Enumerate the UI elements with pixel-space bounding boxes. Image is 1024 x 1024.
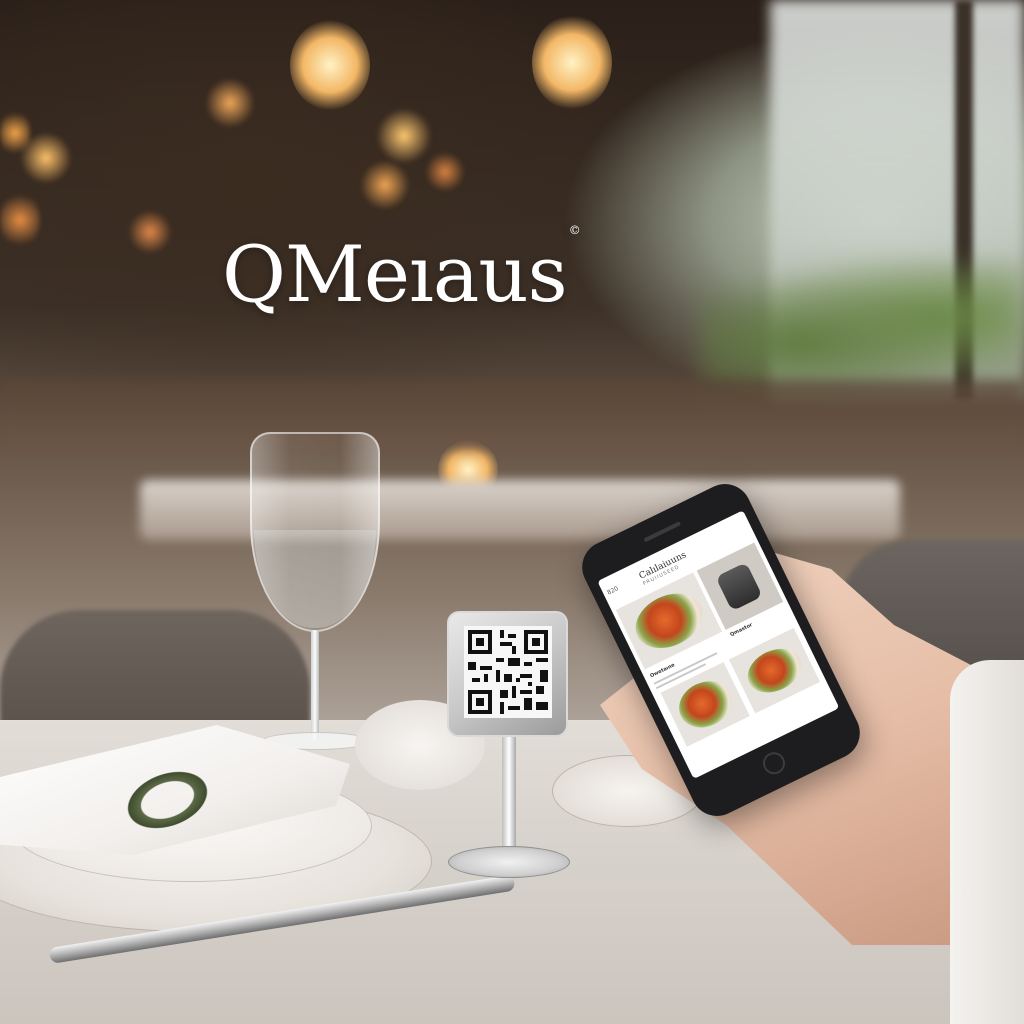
restaurant-scene: QMeıaus © 820 Calılaiuuns PRUIIUSEED Owe… (0, 0, 1024, 1024)
bokeh-light (128, 210, 172, 254)
registered-mark: © (568, 223, 581, 237)
logo-text: QMeıaus (222, 230, 568, 320)
wine-glass-stem (311, 630, 319, 740)
dish-image (671, 672, 740, 737)
dish-image (626, 583, 712, 659)
status-text: 820 (606, 585, 620, 597)
qr-code-icon[interactable] (464, 626, 552, 718)
bokeh-light (0, 108, 30, 158)
bokeh-light (0, 190, 40, 250)
bokeh-light (360, 160, 410, 210)
bokeh-light (376, 108, 432, 164)
bokeh-light (205, 78, 255, 128)
pendant-lamp (290, 20, 370, 110)
brand-logo: QMeıaus © (222, 224, 581, 314)
phone-speaker (643, 521, 682, 543)
plants (700, 260, 1024, 400)
qr-stand-base (448, 846, 570, 878)
sleeve (950, 660, 1024, 1024)
bokeh-light (425, 152, 465, 192)
home-button-icon[interactable] (759, 748, 789, 778)
qr-stand-stem (502, 735, 516, 855)
pendant-lamp (532, 15, 612, 110)
dish-image (740, 640, 809, 701)
banquette (0, 380, 1024, 450)
